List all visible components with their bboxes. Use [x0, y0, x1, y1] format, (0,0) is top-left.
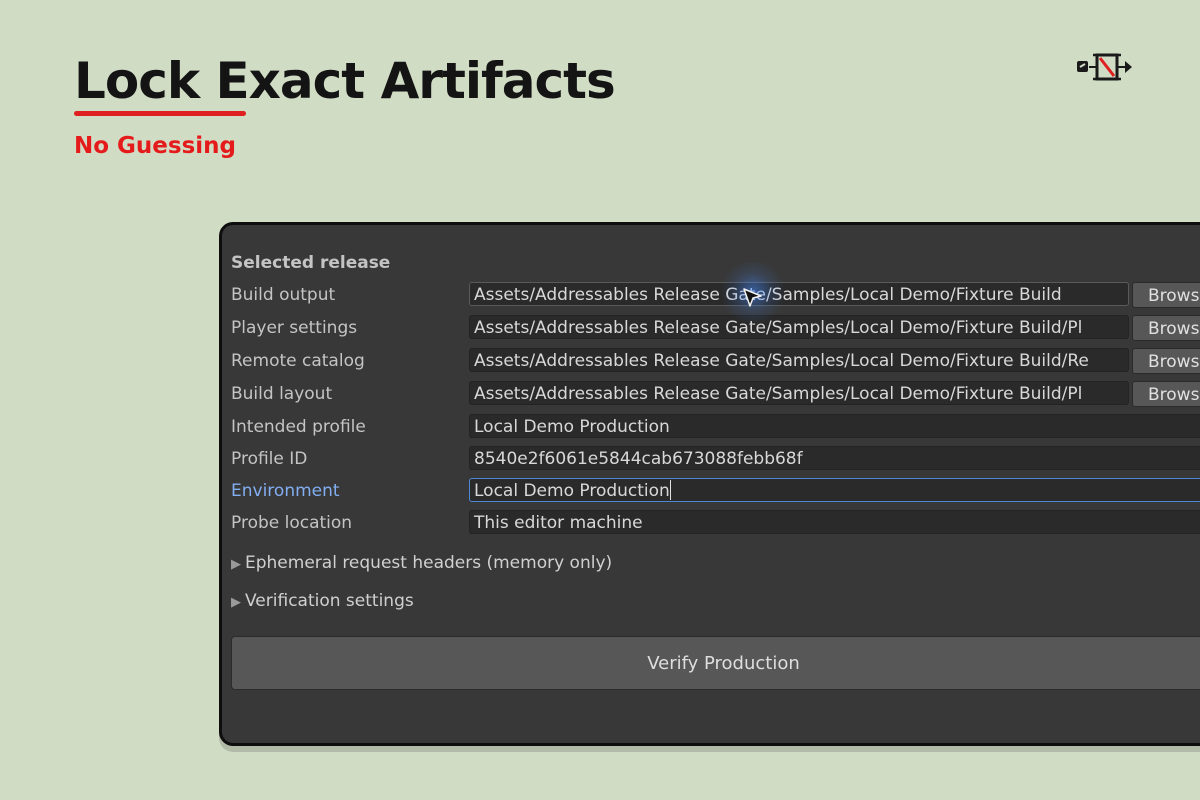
headline-underline: [74, 111, 246, 116]
environment-value: Local Demo Production: [474, 481, 670, 501]
row-player-settings: Player settings Assets/Addressables Rele…: [222, 315, 1200, 345]
headline-title: Lock Exact Artifacts: [74, 52, 616, 110]
verify-production-button[interactable]: Verify Production: [231, 636, 1200, 690]
triangle-right-icon: ▶: [231, 595, 241, 610]
intended-profile-label: Intended profile: [231, 417, 366, 437]
headline-subtitle: No Guessing: [74, 133, 237, 159]
environment-field[interactable]: Local Demo Production: [469, 478, 1200, 502]
profile-id-field[interactable]: 8540e2f6061e5844cab673088febb68f: [469, 446, 1200, 470]
intended-profile-field[interactable]: Local Demo Production: [469, 414, 1200, 438]
build-pipeline-icon: [1077, 53, 1132, 81]
profile-id-label: Profile ID: [231, 449, 308, 469]
row-remote-catalog: Remote catalog Assets/Addressables Relea…: [222, 348, 1200, 378]
row-build-layout: Build layout Assets/Addressables Release…: [222, 381, 1200, 411]
probe-location-label: Probe location: [231, 513, 353, 533]
row-build-output: Build output Assets/Addressables Release…: [222, 282, 1200, 312]
player-settings-label: Player settings: [231, 318, 358, 338]
text-caret: [669, 480, 671, 500]
remote-catalog-label: Remote catalog: [231, 351, 365, 371]
section-title: Selected release: [231, 253, 391, 273]
foldout-ephemeral-headers-label: Ephemeral request headers (memory only): [245, 553, 613, 573]
foldout-ephemeral-headers[interactable]: ▶ Ephemeral request headers (memory only): [231, 553, 612, 573]
probe-location-field[interactable]: This editor machine: [469, 510, 1200, 534]
mouse-pointer-icon: [743, 288, 762, 307]
remote-catalog-browse-button[interactable]: Browse: [1132, 348, 1200, 374]
build-output-label: Build output: [231, 285, 336, 305]
foldout-verification-settings[interactable]: ▶ Verification settings: [231, 591, 414, 611]
build-layout-browse-button[interactable]: Browse: [1132, 381, 1200, 407]
build-layout-field[interactable]: Assets/Addressables Release Gate/Samples…: [469, 381, 1129, 405]
build-output-field[interactable]: Assets/Addressables Release Gate/Samples…: [469, 282, 1129, 306]
row-profile-id: Profile ID 8540e2f6061e5844cab673088febb…: [222, 446, 1200, 476]
row-environment: Environment Local Demo Production: [222, 478, 1200, 508]
release-panel: Selected release Build output Assets/Add…: [219, 222, 1200, 746]
triangle-right-icon: ▶: [231, 557, 241, 572]
build-output-browse-button[interactable]: Browse: [1132, 282, 1200, 308]
remote-catalog-field[interactable]: Assets/Addressables Release Gate/Samples…: [469, 348, 1129, 372]
environment-label: Environment: [231, 481, 340, 501]
foldout-verification-settings-label: Verification settings: [245, 591, 414, 611]
row-probe-location: Probe location This editor machine: [222, 510, 1200, 540]
build-layout-label: Build layout: [231, 384, 333, 404]
player-settings-field[interactable]: Assets/Addressables Release Gate/Samples…: [469, 315, 1129, 339]
player-settings-browse-button[interactable]: Browse: [1132, 315, 1200, 341]
row-intended-profile: Intended profile Local Demo Production: [222, 414, 1200, 444]
